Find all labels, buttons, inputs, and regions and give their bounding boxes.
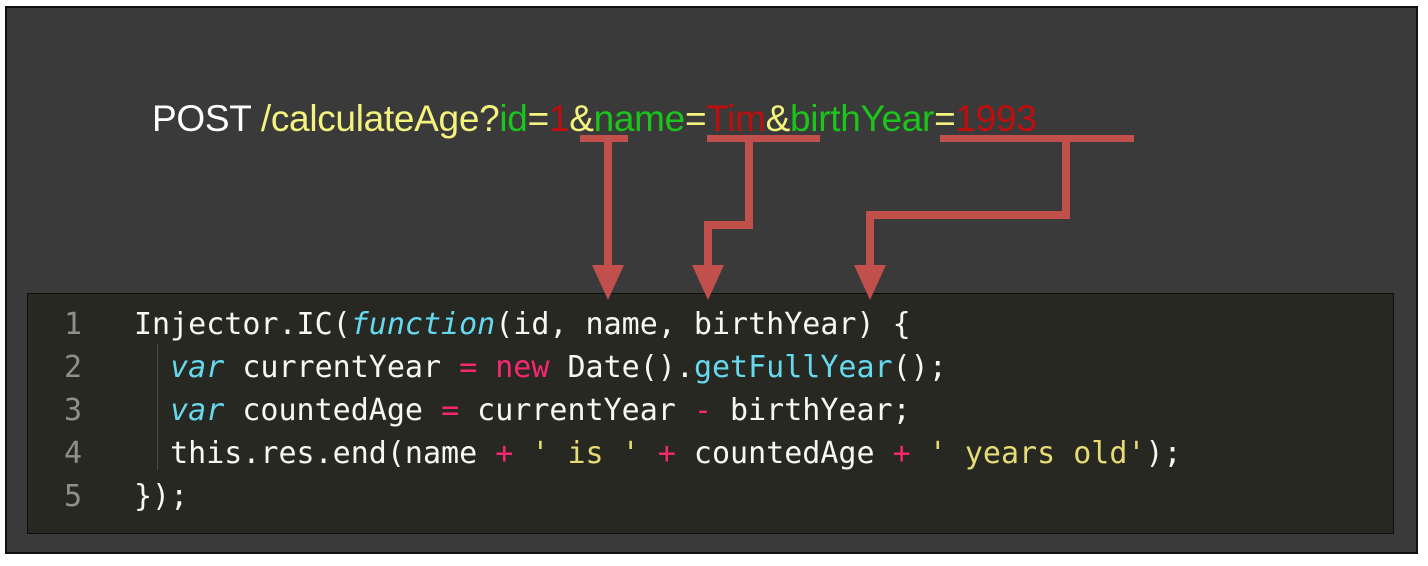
- arrow-name-head: [692, 265, 724, 300]
- arrow-birthyear-line: [866, 142, 1070, 268]
- mapping-arrows: [580, 135, 1134, 300]
- underline-id: [580, 135, 628, 142]
- underline-name: [707, 135, 820, 142]
- arrow-id-head: [592, 265, 624, 300]
- arrow-name-line: [704, 142, 753, 268]
- arrow-group: [580, 135, 1134, 300]
- arrow-birthyear-head: [854, 265, 886, 300]
- underline-birthyear: [940, 135, 1134, 142]
